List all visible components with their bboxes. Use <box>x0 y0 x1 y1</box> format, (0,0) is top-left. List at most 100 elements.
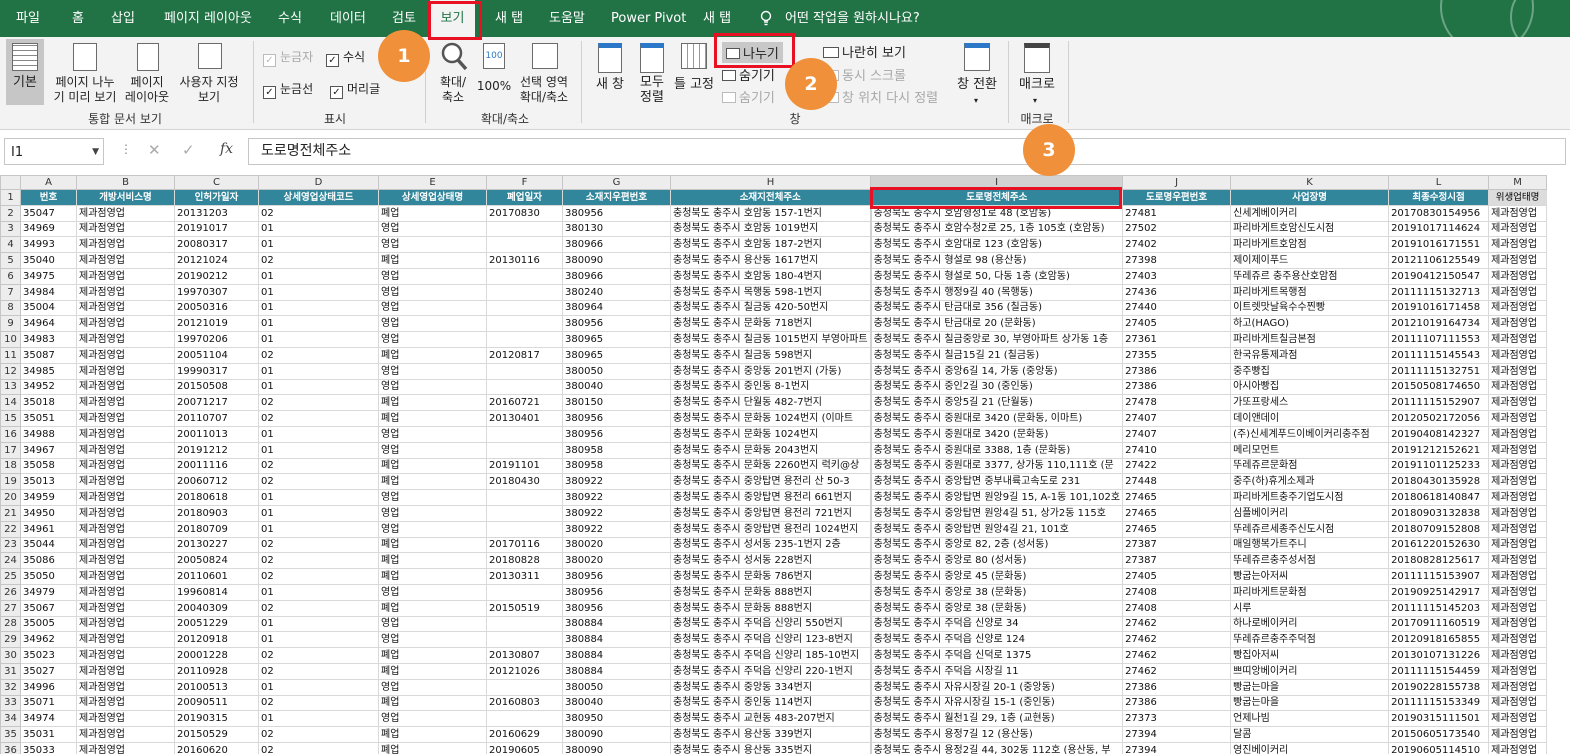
cell[interactable]: 35071 <box>20 694 77 712</box>
cell[interactable]: 01 <box>258 504 379 522</box>
cell[interactable]: 영업 <box>378 631 487 649</box>
cell[interactable]: 20191016171458 <box>1388 299 1490 317</box>
cell[interactable]: 35018 <box>20 394 77 412</box>
cell[interactable]: 20130807 <box>486 647 563 664</box>
cell[interactable]: 34975 <box>20 267 77 285</box>
row-header[interactable]: 7 <box>0 283 21 301</box>
cell[interactable]: 27410 <box>1122 441 1232 459</box>
cell[interactable]: 제과점영업 <box>76 647 175 664</box>
cell[interactable]: 27436 <box>1122 283 1232 301</box>
cell[interactable]: 20111115154459 <box>1388 662 1490 680</box>
cell[interactable] <box>486 520 563 538</box>
cell[interactable]: 폐업 <box>378 346 487 364</box>
cell[interactable]: 35013 <box>20 473 77 491</box>
cell[interactable]: 27422 <box>1122 457 1232 475</box>
cell[interactable]: 영업 <box>378 489 487 506</box>
cell[interactable]: 34962 <box>20 631 77 649</box>
row-header[interactable]: 13 <box>0 378 21 396</box>
cell[interactable]: 380965 <box>562 331 671 348</box>
cell[interactable]: 제과점영업 <box>76 315 175 333</box>
cell[interactable]: 20160620 <box>174 741 259 754</box>
cell[interactable] <box>486 441 563 459</box>
cell[interactable]: 제과점영업 <box>76 552 175 570</box>
cell[interactable]: 20191016171551 <box>1388 236 1490 254</box>
cell[interactable]: 20160629 <box>486 726 563 743</box>
cell[interactable]: 충청북도 충주시 행정9길 40 (목행동) <box>869 283 1124 301</box>
cell[interactable]: 380958 <box>562 441 671 459</box>
cell[interactable]: 충청북도 충주시 용산동 339번지 <box>669 726 872 743</box>
cell[interactable]: 01 <box>258 331 379 348</box>
cell[interactable]: 35044 <box>20 536 77 554</box>
cell[interactable]: 제과점영업 <box>76 204 175 222</box>
cell[interactable]: 20111115152907 <box>1388 394 1490 412</box>
cell[interactable]: 20111107111553 <box>1388 331 1490 348</box>
cell[interactable]: 20051229 <box>174 615 259 633</box>
cell[interactable]: 35051 <box>20 410 77 427</box>
cell[interactable]: 충청북도 충주시 성서동 228번지 <box>669 552 872 570</box>
header-cell[interactable]: 상세영업상태코드 <box>258 189 379 206</box>
header-cell[interactable]: 폐업일자 <box>486 189 563 206</box>
cell[interactable]: 27448 <box>1122 473 1232 491</box>
cell[interactable]: 02 <box>258 473 379 491</box>
cell[interactable]: 20180430135928 <box>1388 473 1490 491</box>
cell[interactable]: 제과점영업 <box>76 457 175 475</box>
cell[interactable]: 380150 <box>562 394 671 412</box>
cell[interactable]: 중주(하)휴게소제과 <box>1230 473 1390 491</box>
cell[interactable]: 20121019164734 <box>1388 315 1490 333</box>
cell[interactable]: 34985 <box>20 362 77 380</box>
cell[interactable]: 20130311 <box>486 568 563 585</box>
cell[interactable]: 01 <box>258 315 379 333</box>
cell[interactable]: 충청북도 충주시 호암형정1로 48 (호암동) <box>869 204 1124 222</box>
cell[interactable]: 충청북도 충주시 단월동 482-7번지 <box>669 394 872 412</box>
cell[interactable]: 폐업 <box>378 568 487 585</box>
cell[interactable]: 폐업 <box>378 694 487 712</box>
normal-view-button[interactable]: 기본 <box>6 39 44 105</box>
cell[interactable]: 충청북도 충주시 문화동 1024번지 <box>669 425 872 443</box>
cell[interactable]: 제과점영업 <box>1488 315 1548 333</box>
cell[interactable]: 제과점영업 <box>76 394 175 412</box>
cell[interactable]: 충청북도 충주시 중원대로 3377, 상가동 110,111호 (문 <box>869 457 1124 475</box>
cell[interactable]: 20120918165855 <box>1388 631 1490 649</box>
cell[interactable]: 35031 <box>20 726 77 743</box>
cell[interactable]: 20100513 <box>174 678 259 696</box>
cell[interactable]: 27408 <box>1122 599 1232 617</box>
cell[interactable]: 제과점영업 <box>1488 726 1548 743</box>
cell[interactable]: 충청북도 충주시 중인2길 30 (중인동) <box>869 378 1124 396</box>
cell[interactable]: 20170830 <box>486 204 563 222</box>
cell[interactable]: 01 <box>258 631 379 649</box>
cell[interactable]: 뚜레쥬르문화점 <box>1230 457 1390 475</box>
cell[interactable]: 20180618140847 <box>1388 489 1490 506</box>
cell[interactable]: 20150529 <box>174 726 259 743</box>
cell[interactable]: 20170911160519 <box>1388 615 1490 633</box>
zoom-to-selection-button[interactable]: 선택 영역 확대/축소 <box>514 39 574 105</box>
header-cell[interactable]: 소재지전체주소 <box>669 189 872 206</box>
cell[interactable]: 34979 <box>20 583 77 601</box>
row-header[interactable]: 30 <box>0 647 21 664</box>
cell[interactable]: 20121106125549 <box>1388 252 1490 269</box>
cell[interactable]: 01 <box>258 425 379 443</box>
cell[interactable]: 제과점영업 <box>76 710 175 728</box>
row-header[interactable]: 15 <box>0 410 21 427</box>
cell[interactable]: 01 <box>258 710 379 728</box>
cell[interactable]: 데이앤데이 <box>1230 410 1390 427</box>
cell[interactable]: 27373 <box>1122 710 1232 728</box>
cell[interactable] <box>486 267 563 285</box>
cell[interactable]: 27462 <box>1122 662 1232 680</box>
cell[interactable]: 20191017 <box>174 220 259 238</box>
cell[interactable]: 380240 <box>562 283 671 301</box>
cell[interactable]: 380090 <box>562 252 671 269</box>
row-header[interactable]: 5 <box>0 252 21 269</box>
cell[interactable]: 01 <box>258 583 379 601</box>
cell[interactable]: 빵굽는마을 <box>1230 694 1390 712</box>
cell[interactable] <box>486 283 563 301</box>
cell[interactable]: 380956 <box>562 599 671 617</box>
cell[interactable]: 제과점영업 <box>1488 283 1548 301</box>
row-header[interactable]: 20 <box>0 489 21 506</box>
cell[interactable]: 27386 <box>1122 678 1232 696</box>
cell[interactable]: 제과점영업 <box>76 299 175 317</box>
cell[interactable]: 제과점영업 <box>1488 552 1548 570</box>
cell[interactable]: 20051104 <box>174 346 259 364</box>
cell[interactable]: 20170830154956 <box>1388 204 1490 222</box>
cell[interactable]: 34952 <box>20 378 77 396</box>
cell[interactable]: 20190315 <box>174 710 259 728</box>
